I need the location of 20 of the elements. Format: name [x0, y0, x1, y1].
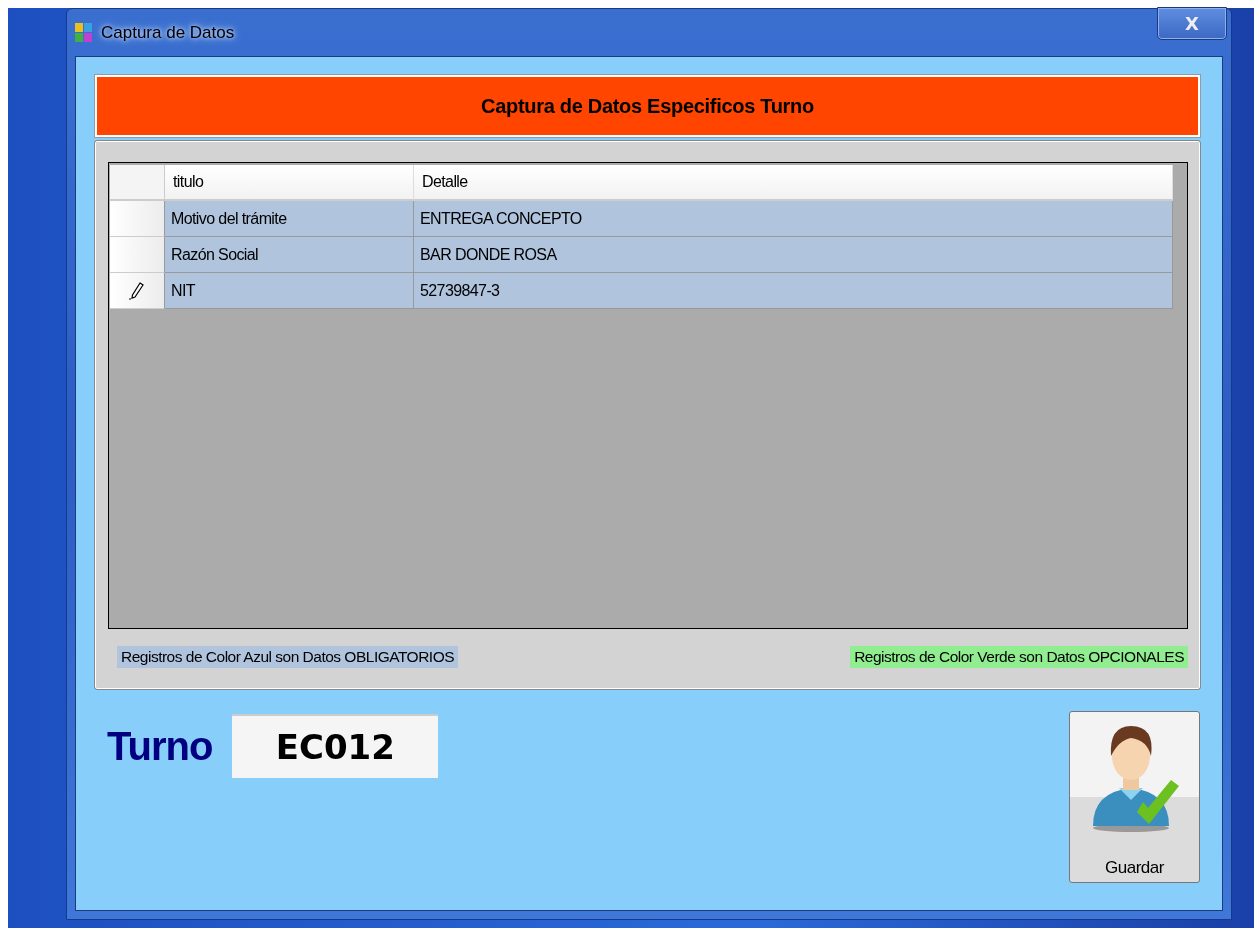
column-header[interactable]: Detalle [414, 165, 1173, 201]
table-cell[interactable]: BAR DONDE ROSA [414, 237, 1173, 273]
table-cell: Razón Social [165, 237, 414, 273]
save-button[interactable]: Guardar [1069, 711, 1200, 883]
table-cell[interactable]: ENTREGA CONCEPTO [414, 201, 1173, 237]
turno-field: EC012 [232, 714, 439, 778]
window-title: Captura de Datos [101, 22, 235, 43]
legend-text: Registros de Color Azul son Datos OBLIGATORIOS [117, 646, 459, 668]
legend-text: Registros de Color Verde son Datos OPCIONALES [850, 646, 1188, 668]
table-cell: NIT [165, 273, 414, 309]
row-header[interactable] [110, 273, 165, 309]
table-cell: Motivo del trámite [165, 201, 414, 237]
close-button[interactable]: X [1157, 7, 1227, 40]
table-cell[interactable]: 52739847-3 [414, 273, 1173, 309]
pencil-icon [129, 281, 145, 300]
app-icon [75, 22, 93, 43]
column-header[interactable]: titulo [165, 165, 414, 201]
header-banner: Captura de Datos Especificos Turno [95, 75, 1200, 137]
turno-label: Turno [107, 723, 213, 769]
grid-corner [110, 165, 165, 201]
